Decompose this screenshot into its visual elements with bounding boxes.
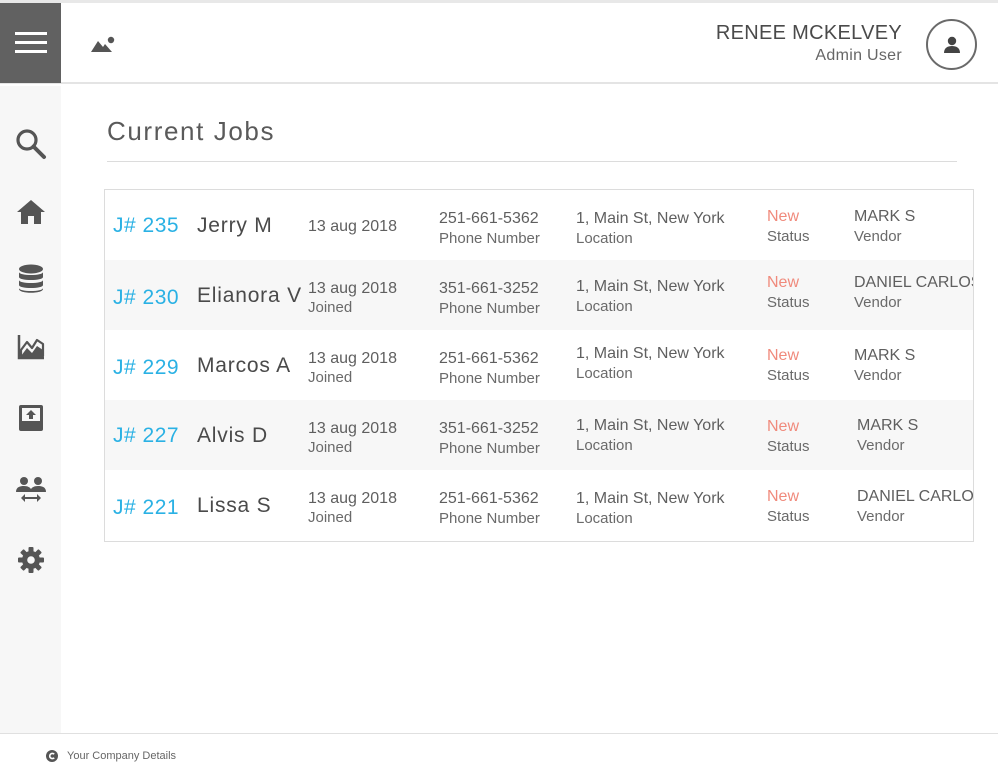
job-status: New — [767, 418, 800, 435]
job-location: 1, Main St, New York — [576, 210, 725, 227]
job-location: 1, Main St, New York — [576, 278, 725, 295]
job-status: New — [767, 347, 800, 364]
sidebar — [0, 86, 61, 733]
job-date-label: Joined — [308, 369, 353, 386]
footer: Your Company Details — [0, 733, 998, 784]
job-phone-label: Phone Number — [439, 230, 540, 247]
job-id-link[interactable]: J# 230 — [113, 286, 179, 310]
job-status: New — [767, 488, 800, 505]
mountain-sun-icon — [91, 36, 115, 52]
job-date-label: Joined — [308, 439, 353, 456]
job-date: 13 aug 2018 — [308, 490, 397, 507]
job-name: Elianora V — [197, 284, 302, 307]
job-name: Marcos A — [197, 354, 291, 377]
logo[interactable] — [91, 34, 117, 58]
job-phone-label: Phone Number — [439, 300, 540, 317]
table-row[interactable]: J# 229 Marcos A 13 aug 2018 Joined 251-6… — [105, 330, 973, 400]
job-vendor: MARK S — [854, 208, 916, 225]
app-header: RENEE MCKELVEY Admin User — [0, 3, 998, 84]
gear-icon — [17, 547, 44, 573]
job-location-label: Location — [576, 230, 633, 247]
job-date: 13 aug 2018 — [308, 420, 397, 437]
job-vendor-label: Vendor — [854, 367, 902, 384]
job-location-label: Location — [576, 298, 633, 315]
user-icon — [943, 36, 960, 53]
hamburger-icon — [14, 32, 47, 53]
users-icon — [15, 477, 46, 502]
job-vendor: MARK S — [857, 417, 919, 434]
job-status-label: Status — [767, 438, 810, 455]
job-vendor: DANIEL CARLOS — [857, 488, 974, 505]
sidebar-item-upload[interactable] — [0, 394, 61, 442]
job-phone-label: Phone Number — [439, 510, 540, 527]
home-icon — [16, 200, 45, 224]
job-id-link[interactable]: J# 235 — [113, 214, 179, 238]
job-id-link[interactable]: J# 229 — [113, 356, 179, 380]
job-status-label: Status — [767, 367, 810, 384]
job-phone: 251-661-5362 — [439, 210, 539, 227]
job-location: 1, Main St, New York — [576, 490, 725, 507]
job-date: 13 aug 2018 — [308, 218, 397, 235]
job-date-label: Joined — [308, 509, 353, 526]
sidebar-item-database[interactable] — [0, 255, 61, 303]
title-divider — [107, 161, 957, 162]
table-row[interactable]: J# 230 Elianora V 13 aug 2018 Joined 351… — [105, 260, 973, 330]
job-location-label: Location — [576, 437, 633, 454]
job-vendor: DANIEL CARLOS — [854, 274, 974, 291]
job-location: 1, Main St, New York — [576, 345, 725, 362]
sidebar-item-home[interactable] — [0, 188, 61, 236]
jobs-table: J# 235 Jerry M 13 aug 2018 251-661-5362 … — [104, 189, 974, 542]
job-vendor-label: Vendor — [854, 228, 902, 245]
job-status-label: Status — [767, 228, 810, 245]
upload-icon — [18, 405, 43, 431]
area-chart-icon — [17, 335, 44, 360]
job-location: 1, Main St, New York — [576, 417, 725, 434]
job-phone: 251-661-5362 — [439, 490, 539, 507]
job-id-link[interactable]: J# 227 — [113, 424, 179, 448]
job-name: Alvis D — [197, 424, 268, 447]
page-title: Current Jobs — [107, 116, 276, 146]
job-status-label: Status — [767, 294, 810, 311]
job-date: 13 aug 2018 — [308, 280, 397, 297]
job-status: New — [767, 208, 800, 225]
job-phone: 351-661-3252 — [439, 420, 539, 437]
job-vendor-label: Vendor — [857, 437, 905, 454]
table-row[interactable]: J# 227 Alvis D 13 aug 2018 Joined 351-66… — [105, 400, 973, 470]
sidebar-item-users[interactable] — [0, 465, 61, 513]
job-date: 13 aug 2018 — [308, 350, 397, 367]
job-phone-label: Phone Number — [439, 370, 540, 387]
table-row[interactable]: J# 235 Jerry M 13 aug 2018 251-661-5362 … — [105, 190, 973, 260]
job-status-label: Status — [767, 508, 810, 525]
job-phone-label: Phone Number — [439, 440, 540, 457]
job-id-link[interactable]: J# 221 — [113, 496, 179, 520]
menu-button[interactable] — [0, 3, 61, 83]
sidebar-item-settings[interactable] — [0, 536, 61, 584]
job-vendor: MARK S — [854, 347, 916, 364]
job-date-label: Joined — [308, 299, 353, 316]
job-phone: 351-661-3252 — [439, 280, 539, 297]
copyright-icon — [46, 750, 58, 762]
database-icon — [18, 264, 43, 293]
job-status: New — [767, 274, 800, 291]
footer-company-details[interactable]: Your Company Details — [67, 750, 176, 762]
avatar-button[interactable] — [926, 19, 977, 70]
table-row[interactable]: J# 221 Lissa S 13 aug 2018 Joined 251-66… — [105, 470, 973, 540]
search-icon — [15, 129, 46, 159]
job-vendor-label: Vendor — [857, 508, 905, 525]
user-role: Admin User — [815, 47, 902, 64]
job-vendor-label: Vendor — [854, 294, 902, 311]
job-location-label: Location — [576, 510, 633, 527]
user-name: RENEE MCKELVEY — [715, 22, 902, 44]
job-location-label: Location — [576, 365, 633, 382]
job-phone: 251-661-5362 — [439, 350, 539, 367]
job-name: Lissa S — [197, 494, 272, 517]
sidebar-item-search[interactable] — [0, 120, 61, 168]
job-name: Jerry M — [197, 214, 273, 237]
sidebar-item-analytics[interactable] — [0, 323, 61, 371]
user-info: RENEE MCKELVEY Admin User — [716, 20, 902, 66]
